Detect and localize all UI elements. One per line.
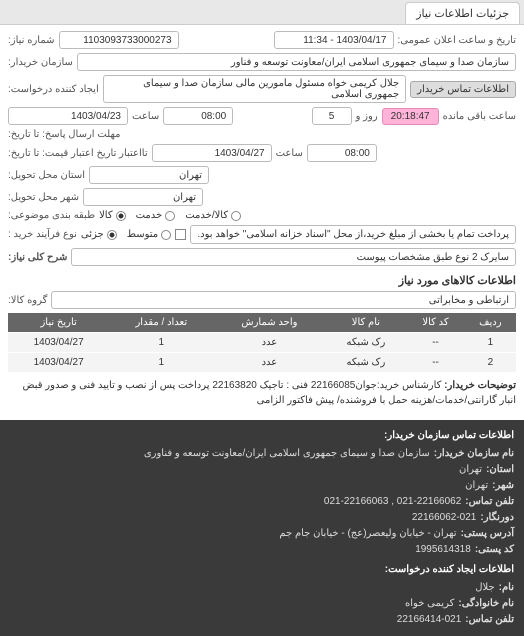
footer-phone-value: 22166414-021 xyxy=(397,612,462,628)
delivery-province: تهران xyxy=(89,166,209,184)
footer-fname-label: نام: xyxy=(499,580,514,596)
col-qty: تعداد / مقدار xyxy=(109,313,213,333)
budget-opt-service[interactable]: خدمت xyxy=(136,210,176,221)
valid-time: 08:00 xyxy=(307,144,377,162)
goods-table: ردیف کد کالا نام کالا واحد شمارش تعداد /… xyxy=(8,313,516,372)
tab-bar: جزئیات اطلاعات نیاز xyxy=(0,0,524,25)
buyer-contact-button[interactable]: اطلاعات تماس خریدار xyxy=(410,81,516,98)
goods-section-title: اطلاعات کالاهای مورد نیاز xyxy=(8,274,516,287)
request-creator-label: ایجاد کننده درخواست: xyxy=(8,84,99,95)
need-number-label: شماره نیاز: xyxy=(8,35,55,46)
delivery-province-label: استان محل تحویل: xyxy=(8,170,85,181)
tab-details[interactable]: جزئیات اطلاعات نیاز xyxy=(405,2,520,24)
deadline-label: مهلت ارسال پاسخ: تا تاریخ: xyxy=(8,129,120,140)
table-row[interactable]: 1 -- رک شبکه عدد 1 1403/04/27 xyxy=(8,333,516,353)
need-number: 1103093733000273 xyxy=(59,31,179,49)
form-area: تاریخ و ساعت اعلان عمومی: 1403/04/17 - 1… xyxy=(0,25,524,414)
footer-addr-label: آدرس پستی: xyxy=(461,526,514,542)
col-code: کد کالا xyxy=(406,313,464,333)
deadline-date: 1403/04/23 xyxy=(8,107,128,125)
budget-opt-goods[interactable]: کالا xyxy=(99,210,126,221)
budget-opt-both[interactable]: کالا/خدمت xyxy=(185,210,241,221)
table-header-row: ردیف کد کالا نام کالا واحد شمارش تعداد /… xyxy=(8,313,516,333)
request-creator: جلال کریمی خواه مسئول مامورین مالی سازما… xyxy=(103,75,406,103)
footer-prov-value: تهران xyxy=(459,462,482,478)
table-row[interactable]: 2 -- رک شبکه عدد 1 1403/04/27 xyxy=(8,353,516,373)
footer-org-value: سازمان صدا و سیمای جمهوری اسلامی ایران/م… xyxy=(144,446,430,462)
valid-time-label: ساعت xyxy=(276,148,303,159)
footer-fax-value: 22166062-021 xyxy=(412,510,477,526)
footer-tel-label: تلفن تماس: xyxy=(465,494,514,510)
countdown-timer: 20:18:47 xyxy=(382,108,439,125)
buyer-org-label: سازمان خریدار: xyxy=(8,57,73,68)
process-label: نوع فرآیند خرید : xyxy=(8,229,77,240)
footer-fname-value: جلال xyxy=(475,580,494,596)
deadline-time-label: ساعت xyxy=(132,111,159,122)
process-radio-group: متوسط جزئی xyxy=(81,229,171,240)
buyer-notes-label: توضیحات خریدار: xyxy=(444,380,516,391)
footer-phone-label: تلفن تماس: xyxy=(465,612,514,628)
footer-city-value: تهران xyxy=(465,478,488,494)
footer-lname-value: کریمی خواه xyxy=(405,596,454,612)
budget-radio-group: کالا/خدمت خدمت کالا xyxy=(99,210,241,221)
process-note-checkbox[interactable] xyxy=(175,229,186,240)
footer-lname-label: نام خانوادگی: xyxy=(458,596,514,612)
overall-desc-label: شرح کلی نیاز: xyxy=(8,252,67,263)
col-unit: واحد شمارش xyxy=(213,313,325,333)
footer-addr-value: تهران - خیابان ولیعصر(عج) - خیابان جام ج… xyxy=(279,526,456,542)
buyer-notes-text: کارشناس خرید:جوان22166085 فنی : تاجیک 22… xyxy=(22,380,516,406)
footer-title-org: اطلاعات تماس سازمان خریدار: xyxy=(10,428,514,444)
overall-desc: سایرک 2 نوع طبق مشخصات پیوست xyxy=(71,248,516,266)
footer-org-label: نام سازمان خریدار: xyxy=(434,446,514,462)
delivery-city-label: شهر محل تحویل: xyxy=(8,192,79,203)
process-opt-low[interactable]: جزئی xyxy=(81,229,117,240)
footer-city-label: شهر: xyxy=(492,478,514,494)
goods-group: ارتباطی و مخابراتی xyxy=(51,291,516,309)
footer-contact: اطلاعات تماس سازمان خریدار: نام سازمان خ… xyxy=(0,420,524,636)
buyer-notes-block: توضیحات خریدار: کارشناس خرید:جوان2216608… xyxy=(8,378,516,408)
footer-zip-value: 1995614318 xyxy=(415,542,471,558)
remain-label: ساعت باقی مانده xyxy=(443,111,516,122)
days-remaining: 5 xyxy=(312,107,352,125)
valid-date: 1403/04/27 xyxy=(152,144,272,162)
delivery-city: تهران xyxy=(83,188,203,206)
days-and-label: روز و xyxy=(356,111,378,122)
footer-prov-label: استان: xyxy=(486,462,514,478)
process-opt-mid[interactable]: متوسط xyxy=(127,229,171,240)
goods-group-label: گروه کالا: xyxy=(8,295,47,306)
col-idx: ردیف xyxy=(465,313,516,333)
buyer-org: سازمان صدا و سیمای جمهوری اسلامی ایران/م… xyxy=(77,53,516,71)
budget-label: طبقه بندی موضوعی: xyxy=(8,210,95,221)
col-name: نام کالا xyxy=(325,313,406,333)
footer-zip-label: کد پستی: xyxy=(475,542,514,558)
deadline-time: 08:00 xyxy=(163,107,233,125)
col-date: تاریخ نیاز xyxy=(8,313,109,333)
announce-value: 1403/04/17 - 11:34 xyxy=(274,31,394,49)
valid-label: تااعتبار تاریخ اعتبار قیمت: تا تاریخ: xyxy=(8,148,148,159)
footer-fax-label: دورنگار: xyxy=(480,510,514,526)
footer-tel-value: 021-22166062 , 021-22166063 xyxy=(324,494,461,510)
announce-label: تاریخ و ساعت اعلان عمومی: xyxy=(398,35,517,46)
process-note: پرداخت تمام یا بخشی از مبلغ خرید،از محل … xyxy=(190,225,516,244)
